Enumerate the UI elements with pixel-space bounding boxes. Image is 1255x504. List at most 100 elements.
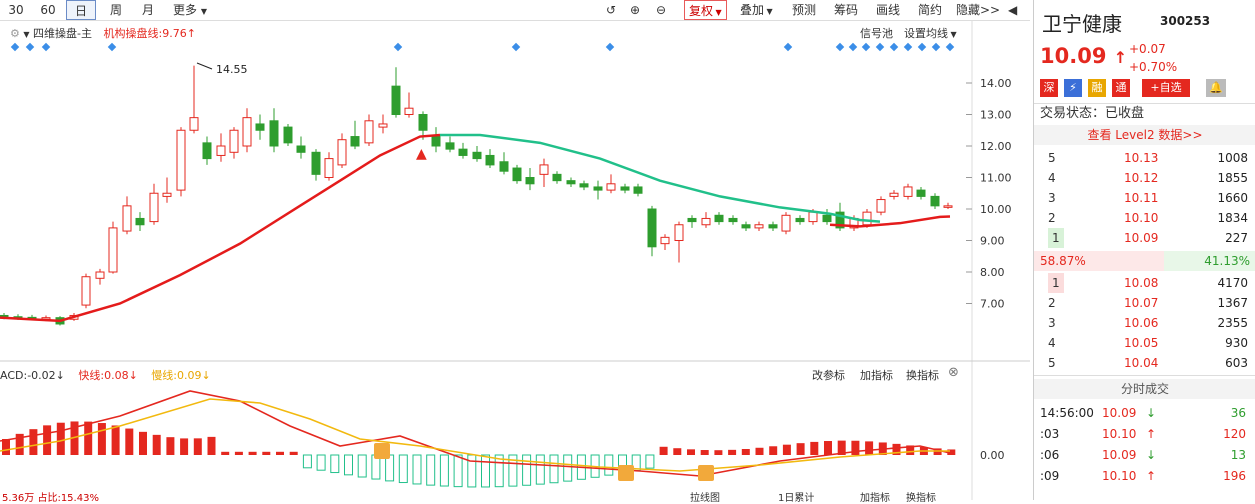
add-watchlist-button[interactable]: +自选 — [1142, 79, 1190, 97]
candle-body — [95, 271, 105, 279]
swap-indicator-button-2[interactable]: 换指标 — [906, 489, 936, 504]
hide-button[interactable]: 隐藏>> — [952, 0, 1004, 20]
ask-volume: 1855 — [1217, 171, 1248, 185]
zoom-out-icon[interactable]: ⊖ — [652, 0, 670, 20]
y-tick-label: 7.00 — [980, 298, 1005, 311]
market-sz-badge[interactable]: 深 — [1040, 79, 1058, 97]
y-tick-label: 11.00 — [980, 172, 1012, 185]
connect-badge[interactable]: 通 — [1112, 79, 1130, 97]
period-week[interactable]: 周 — [100, 0, 132, 20]
candle-body — [808, 211, 818, 223]
undo-icon[interactable]: ↺ — [602, 0, 620, 20]
cross-signal-icon — [698, 465, 714, 481]
macd-bar-negative — [604, 454, 614, 476]
settings-icon[interactable]: ⚙ — [10, 27, 20, 40]
signal-marker — [889, 42, 899, 52]
candle-body — [135, 217, 145, 226]
simple-button[interactable]: 简约 — [914, 0, 946, 20]
bid-row: 5 10.04 603 — [1034, 353, 1255, 373]
macd-bar-positive — [714, 450, 723, 455]
y-tick-label: 9.00 — [980, 235, 1005, 248]
candle-body — [458, 148, 468, 156]
period-month[interactable]: 月 — [132, 0, 164, 20]
tick-volume: 36 — [1230, 406, 1246, 420]
chips-button[interactable]: 筹码 — [830, 0, 862, 20]
macd-bar-positive — [687, 449, 695, 455]
bell-icon[interactable]: 🔔 — [1206, 79, 1226, 97]
signal-marker — [917, 42, 927, 52]
period-more[interactable]: 更多 ▼ — [166, 0, 214, 20]
chevron-down-icon: ▼ — [764, 7, 773, 16]
macd-bar-negative — [563, 454, 573, 482]
macd-bar-positive — [248, 451, 257, 455]
add-indicator-button[interactable]: 加指标 — [860, 367, 893, 383]
candle-body — [566, 180, 576, 185]
period-60min[interactable]: 60 — [32, 0, 64, 20]
signal-marker — [875, 42, 885, 52]
forecast-button[interactable]: 预测 — [788, 0, 820, 20]
candle-body — [311, 151, 321, 175]
chevron-left-icon[interactable]: ◀ — [1004, 0, 1021, 20]
candle-body — [472, 151, 482, 160]
period-more-label: 更多 — [173, 3, 198, 17]
candle-body — [255, 123, 265, 131]
macd-bar-positive — [700, 450, 709, 455]
tick-volume: 196 — [1223, 469, 1246, 483]
ask-volume: 227 — [1225, 231, 1248, 245]
period-day[interactable]: 日 — [66, 0, 96, 20]
draw-line-button[interactable]: 画线 — [872, 0, 904, 20]
signal-marker — [903, 42, 913, 52]
tick-row: 14:56:00 10.09 ↓ 36 — [1034, 403, 1255, 423]
margin-badge[interactable]: 融 — [1088, 79, 1106, 97]
overlay-button[interactable]: 叠加 ▼ — [736, 0, 777, 20]
tick-price: 10.10 — [1102, 469, 1137, 483]
adjust-button[interactable]: 复权 ▼ — [684, 0, 727, 20]
change-params-button[interactable]: 改参标 — [812, 367, 845, 383]
macd-bar-positive — [728, 449, 737, 455]
cumulative-button[interactable]: 1日累计 — [778, 489, 814, 504]
add-indicator-button-2[interactable]: 加指标 — [860, 489, 890, 504]
candle-body — [108, 227, 118, 273]
bid-price: 10.05 — [1124, 336, 1159, 350]
signal-pool-button[interactable]: 信号池 — [860, 25, 893, 41]
lightning-icon[interactable]: ⚡ — [1064, 79, 1082, 97]
level2-link[interactable]: 查看 Level2 数据>> — [1034, 125, 1255, 145]
candle-body — [122, 205, 132, 232]
indicator-title[interactable]: 四维操盘-主 — [33, 27, 92, 40]
candle-body — [647, 208, 657, 248]
chevron-down-icon: ▼ — [200, 7, 207, 16]
bid-row: 2 10.07 1367 — [1034, 293, 1255, 313]
ask-level: 4 — [1048, 171, 1056, 185]
candle-body — [930, 195, 940, 207]
signal-marker — [25, 42, 35, 52]
kline-chart-area[interactable]: 14.00 13.00 12.00 11.00 10.00 9.00 8.00 7.00 ▲ 0… — [0, 21, 1030, 504]
period-30min[interactable]: 30 — [0, 0, 32, 20]
fast-line-value: 快线:0.08 — [78, 369, 129, 382]
ask-level: 2 — [1048, 211, 1056, 225]
ticks-title: 分时成交 — [1034, 379, 1255, 399]
ask-price: 10.11 — [1124, 191, 1159, 205]
swap-indicator-button[interactable]: 换指标 — [906, 367, 939, 383]
bid-level: 1 — [1048, 273, 1064, 293]
macd-bar-positive — [111, 425, 120, 455]
macd-bar-positive — [43, 425, 52, 455]
signal-marker — [10, 42, 20, 52]
ask-price: 10.10 — [1124, 211, 1159, 225]
candle-body — [916, 189, 926, 197]
dropdown-icon[interactable]: ▼ — [23, 30, 29, 39]
macd-bar-negative — [549, 454, 559, 484]
candle-body — [660, 236, 670, 245]
candle-body — [364, 120, 374, 144]
zoom-in-icon[interactable]: ⊕ — [626, 0, 644, 20]
candle-body — [754, 224, 764, 229]
signal-marker — [931, 42, 941, 52]
candle-body — [242, 117, 252, 147]
macd-bar-positive — [276, 451, 284, 455]
line-chart-button[interactable]: 拉线图 — [690, 489, 720, 504]
close-icon[interactable]: ⊗ — [948, 365, 959, 380]
candle-body — [889, 192, 899, 197]
candle-body — [269, 120, 279, 147]
change-percent: +0.70% — [1129, 60, 1178, 74]
candle-body — [539, 164, 549, 175]
setup-ma-button[interactable]: 设置均线 ▼ — [904, 25, 957, 41]
